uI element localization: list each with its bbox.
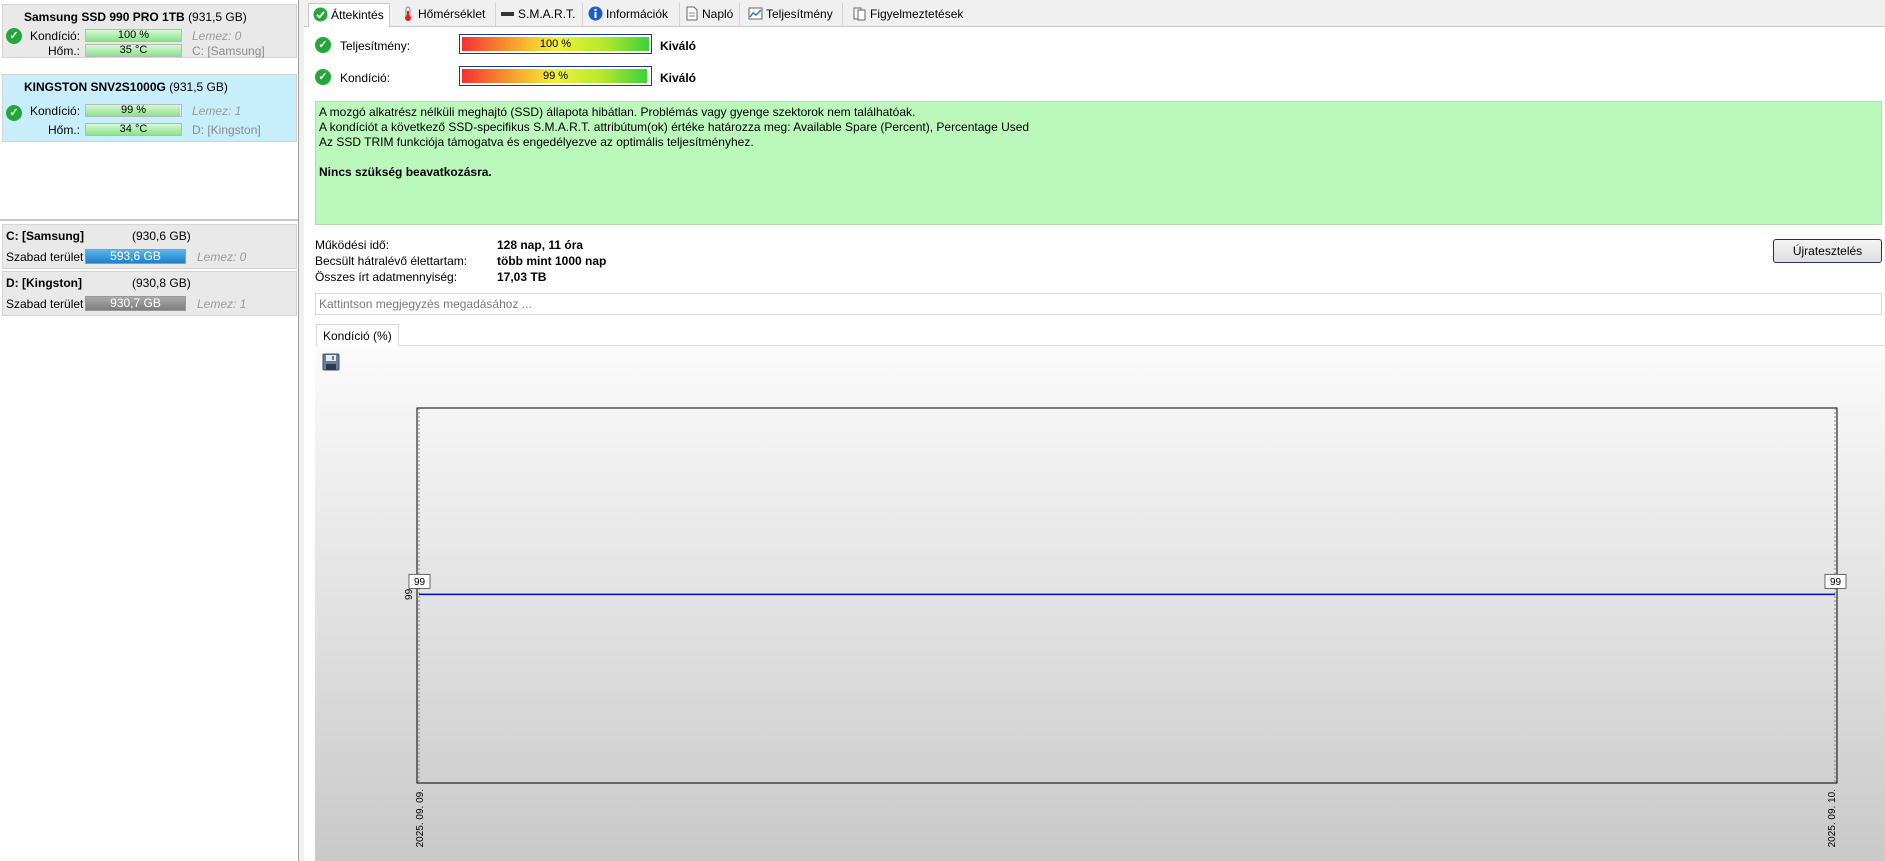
disk-index-label: Lemez: 0 <box>192 29 242 43</box>
check-icon <box>313 7 328 22</box>
performance-label: Teljesítmény: <box>340 39 411 53</box>
message-line: A mozgó alkatrész nélküli meghajtó (SSD)… <box>319 105 916 119</box>
condition-bar: 100 % <box>85 29 182 42</box>
written-label: Összes írt adatmennyiség: <box>315 270 458 284</box>
smart-icon <box>500 6 515 21</box>
document-icon <box>684 6 699 21</box>
check-icon: ✓ <box>315 37 331 53</box>
volume-size: (930,8 GB) <box>132 276 191 290</box>
tab-condition-chart[interactable]: Kondíció (%) <box>316 324 399 346</box>
temperature-bar: 35 °C <box>85 44 182 57</box>
drive-letter-label: D: [Kingston] <box>192 123 261 137</box>
uptime-label: Működési idő: <box>315 238 390 252</box>
message-line: Az SSD TRIM funkciója támogatva és enged… <box>319 135 754 149</box>
check-icon: ✓ <box>6 28 22 44</box>
volume-title: C: [Samsung] <box>6 229 84 243</box>
tab-log[interactable]: Napló <box>680 3 740 26</box>
condition-bar: 99 % <box>85 104 182 117</box>
free-space-label: Szabad terület <box>6 297 84 311</box>
check-icon: ✓ <box>6 105 22 121</box>
note-input[interactable]: Kattintson megjegyzés megadásához ... <box>315 293 1882 315</box>
save-icon[interactable] <box>322 353 340 371</box>
volume-item-c[interactable]: C: [Samsung] (930,6 GB) Szabad terület 5… <box>2 224 297 269</box>
alerts-icon <box>852 6 867 21</box>
condition-label: Kondíció: <box>30 29 81 43</box>
tab-temperature[interactable]: Hőmérséklet <box>396 3 496 26</box>
drive-letter-label: C: [Samsung] <box>192 44 265 58</box>
tab-information[interactable]: Információk <box>584 3 680 26</box>
disk-index-label: Lemez: 0 <box>197 250 247 264</box>
disk-item-kingston[interactable]: KINGSTON SNV2S1000G (931,5 GB) ✓ Kondíci… <box>2 74 297 142</box>
temperature-label: Hőm.: <box>48 44 81 58</box>
tab-smart[interactable]: S.M.A.R.T. <box>496 3 583 26</box>
condition-bar: 99 % <box>459 66 652 86</box>
written-value: 17,03 TB <box>497 270 547 284</box>
panel-splitter[interactable] <box>0 219 298 221</box>
condition-rating: Kiváló <box>660 71 697 85</box>
volume-size: (930,6 GB) <box>132 229 191 243</box>
tab-divider <box>304 26 1885 27</box>
tab-alerts[interactable]: Figyelmeztetések <box>848 3 970 26</box>
free-space-label: Szabad terület <box>6 250 84 264</box>
volume-title: D: [Kingston] <box>6 276 82 290</box>
check-icon: ✓ <box>315 69 331 85</box>
condition-label: Kondíció: <box>340 71 391 85</box>
performance-bar: 100 % <box>459 34 652 54</box>
tab-performance[interactable]: Teljesítmény <box>744 3 843 26</box>
disk-title: KINGSTON SNV2S1000G (931,5 GB) <box>24 80 228 94</box>
info-icon <box>588 6 603 21</box>
free-space-bar: 593,6 GB <box>85 249 186 264</box>
message-line: A kondíciót a következő SSD-specifikus S… <box>319 120 1030 134</box>
retest-button[interactable]: Újratesztelés <box>1773 239 1882 263</box>
disk-title: Samsung SSD 990 PRO 1TB (931,5 GB) <box>24 10 247 24</box>
temperature-label: Hőm.: <box>48 123 81 137</box>
performance-chart-icon <box>748 6 763 21</box>
message-action: Nincs szükség beavatkozásra. <box>319 165 492 179</box>
disk-index-label: Lemez: 1 <box>197 297 247 311</box>
thermometer-icon <box>400 6 415 21</box>
tab-overview[interactable]: Áttekintés <box>308 3 390 27</box>
free-space-bar: 930,7 GB <box>85 296 186 311</box>
disk-item-samsung[interactable]: Samsung SSD 990 PRO 1TB (931,5 GB) ✓ Kon… <box>2 4 297 58</box>
disk-list-panel: Samsung SSD 990 PRO 1TB (931,5 GB) ✓ Kon… <box>0 0 299 861</box>
condition-label: Kondíció: <box>30 104 81 118</box>
lifetime-value: több mint 1000 nap <box>497 254 607 268</box>
uptime-value: 128 nap, 11 óra <box>497 238 584 252</box>
chart-area <box>315 345 1885 861</box>
temperature-bar: 34 °C <box>85 123 182 136</box>
disk-index-label: Lemez: 1 <box>192 104 242 118</box>
performance-rating: Kiváló <box>660 39 697 53</box>
status-message-box: A mozgó alkatrész nélküli meghajtó (SSD)… <box>315 101 1882 225</box>
lifetime-label: Becsült hátralévő élettartam: <box>315 254 468 268</box>
volume-item-d[interactable]: D: [Kingston] (930,8 GB) Szabad terület … <box>2 271 297 316</box>
